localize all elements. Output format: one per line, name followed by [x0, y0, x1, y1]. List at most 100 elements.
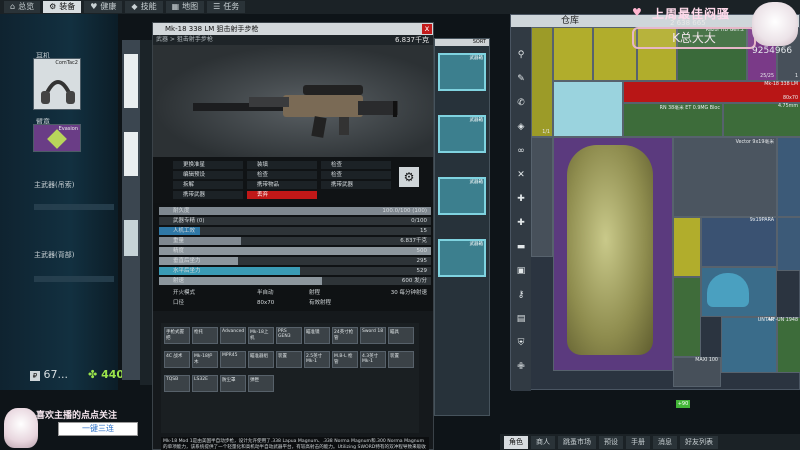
container-card[interactable] — [124, 220, 138, 256]
container-card[interactable] — [124, 54, 138, 108]
stash-item[interactable]: MF-UN 1948 — [769, 317, 800, 373]
mod-slot[interactable]: 装置 — [388, 351, 414, 368]
x-icon[interactable]: ✕ — [515, 169, 527, 181]
mod-slot-label: 弹匣 — [250, 378, 259, 383]
medkit-icon[interactable]: ✙ — [515, 361, 527, 373]
tab-overview[interactable]: ⌂ 总览 — [4, 1, 41, 13]
mod-slot[interactable]: 装置 — [276, 351, 302, 368]
stash-item[interactable]: Vector 9x19毫米 — [673, 137, 777, 217]
tab-gear[interactable]: ⚙ 装备 — [43, 1, 82, 13]
modding-icon[interactable]: ⚙ — [399, 167, 419, 187]
headset-slot[interactable]: ComTac2 — [33, 58, 81, 110]
tab-handbook[interactable]: 手册 — [626, 435, 650, 449]
mod-slot[interactable]: MPR45 — [220, 351, 246, 368]
tab-health[interactable]: ♥ 健康 — [84, 1, 123, 13]
weapon-case[interactable]: 武器箱 — [438, 177, 486, 215]
tab-character[interactable]: 角色 — [504, 435, 528, 449]
mod-slot[interactable]: Sword 18 — [360, 327, 386, 344]
mod-slot[interactable]: 手枪式握把 — [164, 327, 190, 344]
action-change-sight[interactable]: 更换准星 — [173, 161, 243, 169]
shield-icon[interactable]: ⛨ — [515, 337, 527, 349]
mod-slot[interactable]: 弹匣 — [248, 375, 274, 392]
mod-slot[interactable]: TQSB — [164, 375, 190, 392]
mod-slot[interactable]: 瞄准镜 — [304, 327, 330, 344]
mod-slot[interactable]: 24英寸枪管 — [332, 327, 358, 344]
stash-item[interactable]: Mk-18 338 LM 80x70 — [623, 81, 800, 103]
action-inspect[interactable]: 检查 — [321, 161, 391, 169]
mod-slot[interactable]: 4.3英寸 Mk-1 — [360, 351, 386, 368]
mod-slot[interactable]: Mk-18上机 — [248, 327, 274, 344]
close-button[interactable]: x — [422, 24, 432, 34]
stash-item[interactable]: 1/1 — [531, 27, 553, 137]
mod-slot[interactable]: 瞄具 — [388, 327, 414, 344]
container-card[interactable] — [124, 132, 138, 176]
stash-item[interactable] — [673, 217, 701, 277]
weapon-case[interactable]: 武器箱 — [438, 115, 486, 153]
tab-friends[interactable]: 好友列表 — [680, 435, 718, 449]
link-icon[interactable]: ∞ — [515, 145, 527, 157]
weapon-preview[interactable] — [153, 45, 433, 157]
filter-icon[interactable]: ⚲ — [515, 49, 527, 61]
stash-item[interactable] — [673, 277, 701, 357]
stash-item-label: 4.75mm — [777, 104, 798, 109]
tag-icon[interactable]: ◈ — [515, 121, 527, 133]
bag-icon[interactable]: ▣ — [515, 265, 527, 277]
action-inspect-3[interactable]: 检查 — [321, 171, 391, 179]
mod-slot-label: 4.3英寸 Mk-1 — [362, 354, 379, 364]
mod-slot[interactable]: 枪托 — [192, 327, 218, 344]
mod-slot-label: Mk-18上机 — [250, 330, 269, 341]
armband-slot[interactable]: Evasion — [33, 124, 81, 152]
tab-messages[interactable]: 消息 — [653, 435, 677, 449]
mod-slot[interactable]: PRS GEN3 — [276, 327, 302, 344]
action-carry-item[interactable]: 携带物品 — [247, 181, 317, 189]
primary-back-slot[interactable] — [34, 276, 114, 282]
action-disassemble[interactable]: 拆解 — [173, 181, 243, 189]
tab-presets[interactable]: 预设 — [599, 435, 623, 449]
edit-icon[interactable]: ✎ — [515, 73, 527, 85]
minus-icon[interactable]: ▬ — [515, 241, 527, 253]
weapon-case[interactable]: 武器箱 — [438, 239, 486, 277]
doc-icon[interactable]: ▤ — [515, 313, 527, 325]
stash-item[interactable]: 4.75mm — [723, 103, 800, 137]
sort-button[interactable]: SORT — [435, 39, 489, 46]
mod-slot[interactable]: 瞄准器组 — [248, 351, 274, 368]
rouble-balance: ₽ 67... — [30, 368, 68, 381]
stash-item[interactable]: MAXI 100 — [673, 357, 721, 387]
stat-value: 600 发/分 — [401, 278, 427, 284]
stash-item[interactable] — [553, 27, 593, 81]
tab-traders[interactable]: 商人 — [531, 435, 555, 449]
mod-slot[interactable]: 2.5英寸 Mk-1 — [304, 351, 330, 368]
action-discard[interactable]: 丢弃 — [247, 191, 317, 199]
stash-item[interactable]: UNTAR — [721, 317, 777, 373]
primary-sling-slot[interactable] — [34, 204, 114, 210]
plus-icon[interactable]: ✚ — [515, 217, 527, 229]
tab-tasks[interactable]: ☰ 任务 — [207, 1, 246, 13]
stash-item[interactable]: 9x19PARA — [701, 217, 777, 267]
mod-slot[interactable]: Advanced — [220, 327, 246, 344]
tab-flea-market[interactable]: 跳蚤市场 — [558, 435, 596, 449]
action-carry-weapon[interactable]: 携带武器 — [321, 181, 391, 189]
stash-item[interactable]: RN 38毫米 ET 0.9MG Bloc — [623, 103, 723, 137]
mod-slot[interactable]: Mk-18护木 — [192, 351, 218, 368]
plus-icon[interactable]: ✚ — [515, 193, 527, 205]
mod-slot[interactable]: 防尘罩 — [220, 375, 246, 392]
stash-item[interactable] — [531, 137, 553, 257]
mod-slot[interactable]: LS32E — [192, 375, 218, 392]
stash-item[interactable] — [553, 81, 623, 137]
weapon-case[interactable]: 武器箱 — [438, 53, 486, 91]
action-edit-preset[interactable]: 编辑预设 — [173, 171, 243, 179]
stash-item[interactable] — [777, 217, 800, 271]
task-icon: ☰ — [213, 2, 221, 11]
mod-slot[interactable]: M.B-L 枪管 — [332, 351, 358, 368]
stash-item[interactable] — [777, 137, 800, 217]
action-inspect-2[interactable]: 检查 — [247, 171, 317, 179]
mod-slot[interactable]: 4C 战术 — [164, 351, 190, 368]
tab-map[interactable]: ▦ 地图 — [165, 1, 205, 13]
stash-item[interactable] — [593, 27, 637, 81]
action-carry-weapon-2[interactable]: 携带武器 — [173, 191, 243, 199]
tab-skills[interactable]: ◆ 技能 — [125, 1, 163, 13]
action-load[interactable]: 装填 — [247, 161, 317, 169]
key-icon[interactable]: ⚷ — [515, 289, 527, 301]
wrench-icon[interactable]: ✆ — [515, 97, 527, 109]
gp-balance: ✤ 440 — [88, 368, 125, 381]
